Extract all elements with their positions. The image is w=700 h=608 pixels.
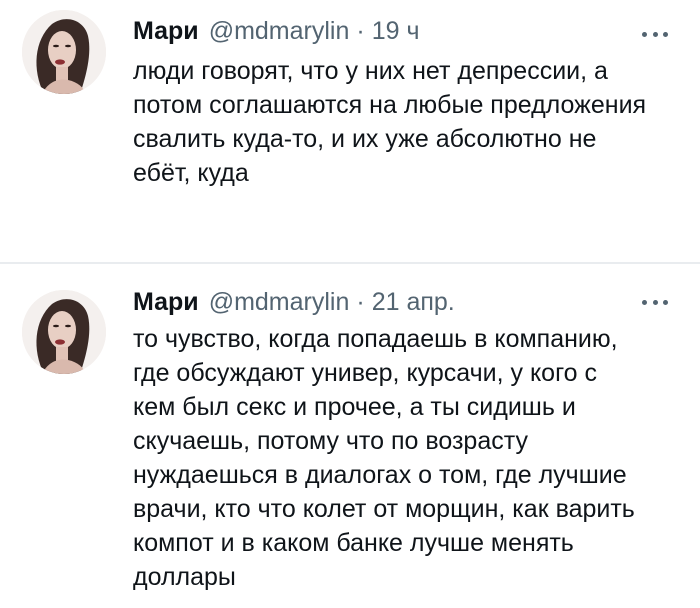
tweet-header: Мари @mdmarylin · 21 апр. [133,288,455,318]
tweet-text: то чувство, когда попадаешь в компанию, … [133,322,681,594]
author-name[interactable]: Мари [133,288,199,317]
dot-icon [642,299,647,305]
more-options-icon[interactable] [642,298,668,306]
tweet-timestamp[interactable]: 21 апр. [372,288,455,317]
separator-dot: · [356,17,365,45]
tweet-text-line: доллары [133,563,236,591]
dot-icon [652,299,658,305]
dot-icon [663,31,668,37]
tweet-header: Мари @mdmarylin · 19 ч [133,17,419,47]
tweet-text-line: то чувство, когда попадаешь в компанию, [133,325,618,353]
dot-icon [663,299,668,305]
tweet-text-line: нуждаешься в диалогах о том, где лучшие [133,461,627,489]
tweet-text-line: компот и в каком банке лучше менять [133,529,574,557]
avatar[interactable] [22,10,106,94]
tweet-text: люди говорят, что у них нет депрессии, а… [133,54,681,190]
tweet-timestamp[interactable]: 19 ч [372,17,420,46]
author-handle[interactable]: @mdmarylin [209,17,350,46]
tweet-text-line: свалить куда-то, и их уже абсолютно не [133,125,597,153]
tweet-text-line: скучаешь, потому что по возрасту [133,427,528,455]
tweet[interactable]: Мари @mdmarylin · 19 ч люди говорят, что… [0,0,700,262]
profile-photo-icon [22,10,106,94]
avatar[interactable] [22,290,106,374]
more-options-icon[interactable] [642,30,668,38]
author-handle[interactable]: @mdmarylin [209,288,350,317]
tweet-text-line: врачи, кто что колет от морщин, как вари… [133,495,635,523]
profile-photo-icon [22,290,106,374]
tweet-text-line: люди говорят, что у них нет депрессии, а [133,57,608,85]
tweet[interactable]: Мари @mdmarylin · 21 апр. то чувство, ко… [0,264,700,608]
separator-dot: · [356,288,365,316]
tweet-text-line: где обсуждают универ, курсачи, у кого с [133,359,598,387]
dot-icon [652,31,658,37]
tweet-text-line: потом соглашаются на любые предложения [133,91,647,119]
dot-icon [642,31,647,37]
tweet-text-line: ебёт, куда [133,159,249,187]
author-name[interactable]: Мари [133,17,199,46]
tweet-text-line: кем был секс и прочее, а ты сидишь и [133,393,576,421]
